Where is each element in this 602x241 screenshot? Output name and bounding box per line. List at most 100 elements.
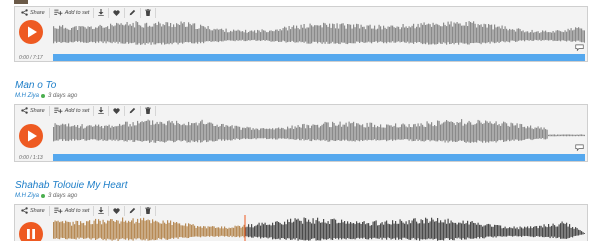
waveform-sample xyxy=(258,30,260,41)
play-button[interactable] xyxy=(19,20,43,44)
like-button[interactable] xyxy=(109,105,126,116)
share-button[interactable]: Share xyxy=(17,205,50,216)
waveform-sample xyxy=(168,222,170,239)
track-artwork-thumbnail[interactable] xyxy=(14,0,28,4)
waveform-sample xyxy=(470,122,472,143)
progress-bar[interactable] xyxy=(53,54,585,61)
waveform-sample xyxy=(467,122,469,142)
waveform-sample xyxy=(290,29,292,42)
waveform-sample xyxy=(318,221,320,241)
waveform-sample xyxy=(329,23,331,44)
download-button[interactable] xyxy=(94,105,110,116)
waveform-sample xyxy=(192,224,194,237)
delete-button[interactable] xyxy=(141,105,157,116)
add-to-set-button[interactable]: Add to set xyxy=(50,105,95,116)
waveform[interactable] xyxy=(53,215,585,241)
waveform-sample xyxy=(489,121,491,142)
waveform-sample xyxy=(335,125,337,141)
comment-icon[interactable] xyxy=(575,44,584,51)
uploader-link[interactable]: M.H Ziya xyxy=(15,93,39,99)
waveform-sample xyxy=(194,23,196,44)
waveform-sample xyxy=(311,223,313,239)
waveform-sample xyxy=(251,129,253,140)
waveform-sample xyxy=(116,22,118,42)
waveform[interactable] xyxy=(53,19,585,53)
waveform-sample xyxy=(83,222,85,239)
waveform-sample xyxy=(213,28,215,42)
waveform-sample xyxy=(332,121,334,141)
waveform-sample xyxy=(462,220,464,239)
waveform-sample xyxy=(552,134,554,137)
waveform-sample xyxy=(504,26,506,43)
waveform-sample xyxy=(425,127,427,141)
waveform-sample xyxy=(234,225,236,238)
waveform-sample xyxy=(576,134,578,136)
waveform-sample xyxy=(62,25,64,43)
waveform-sample xyxy=(408,26,410,44)
add-to-set-button[interactable]: Add to set xyxy=(50,7,95,18)
download-button[interactable] xyxy=(94,7,110,18)
waveform-sample xyxy=(393,125,395,140)
waveform-sample xyxy=(189,224,191,237)
waveform-sample xyxy=(368,126,370,140)
delete-button[interactable] xyxy=(141,205,157,216)
waveform-sample xyxy=(572,30,574,42)
waveform-sample xyxy=(347,126,349,141)
waveform-sample xyxy=(254,30,256,40)
share-icon xyxy=(21,207,28,214)
waveform-sample xyxy=(267,128,269,139)
waveform-sample xyxy=(539,225,541,237)
delete-button[interactable] xyxy=(141,7,157,18)
uploader-link[interactable]: M.H Ziya xyxy=(15,193,39,199)
waveform-sample xyxy=(476,224,478,239)
waveform-sample xyxy=(195,122,197,142)
like-button[interactable] xyxy=(109,7,126,18)
add-to-set-button[interactable]: Add to set xyxy=(50,205,95,216)
waveform-sample xyxy=(119,24,121,42)
waveform-sample xyxy=(545,30,547,40)
waveform-sample xyxy=(144,23,146,45)
waveform-sample xyxy=(314,25,316,42)
waveform-sample xyxy=(164,25,166,45)
waveform-sample xyxy=(267,32,269,41)
download-button[interactable] xyxy=(94,205,110,216)
track-title[interactable]: Man o To xyxy=(15,80,56,91)
edit-button[interactable] xyxy=(125,205,142,216)
waveform-sample xyxy=(180,125,182,142)
share-button[interactable]: Share xyxy=(17,105,50,116)
waveform-sample xyxy=(212,226,214,237)
waveform-sample xyxy=(269,224,271,238)
waveform-sample xyxy=(494,24,496,44)
edit-button[interactable] xyxy=(125,7,142,18)
waveform-sample xyxy=(420,219,422,240)
waveform-sample xyxy=(165,223,167,240)
waveform-sample xyxy=(95,124,97,140)
waveform[interactable] xyxy=(53,117,585,151)
waveform-sample xyxy=(137,218,139,239)
waveform-sample xyxy=(533,226,535,238)
waveform-sample xyxy=(486,121,488,142)
waveform-sample xyxy=(507,125,509,140)
waveform-sample xyxy=(300,24,302,43)
waveform-sample xyxy=(561,31,563,41)
waveform-sample xyxy=(474,223,476,239)
waveform-sample xyxy=(66,221,68,240)
waveform-sample xyxy=(149,25,151,43)
comment-icon[interactable] xyxy=(575,144,584,151)
waveform-sample xyxy=(476,27,478,43)
play-button[interactable] xyxy=(19,124,43,148)
like-button[interactable] xyxy=(109,205,126,216)
waveform-sample xyxy=(344,221,346,239)
waveform-sample xyxy=(314,124,316,141)
edit-button[interactable] xyxy=(125,105,142,116)
waveform-sample xyxy=(441,26,443,44)
waveform-sample xyxy=(440,124,442,141)
pause-button[interactable] xyxy=(19,222,43,241)
track-title[interactable]: Shahab Tolouie My Heart xyxy=(15,180,127,191)
progress-bar[interactable] xyxy=(53,154,585,161)
waveform-sample xyxy=(432,126,434,141)
waveform-sample xyxy=(396,26,398,42)
share-button[interactable]: Share xyxy=(17,7,50,18)
waveform-sample xyxy=(122,24,124,44)
waveform-sample xyxy=(564,134,566,137)
